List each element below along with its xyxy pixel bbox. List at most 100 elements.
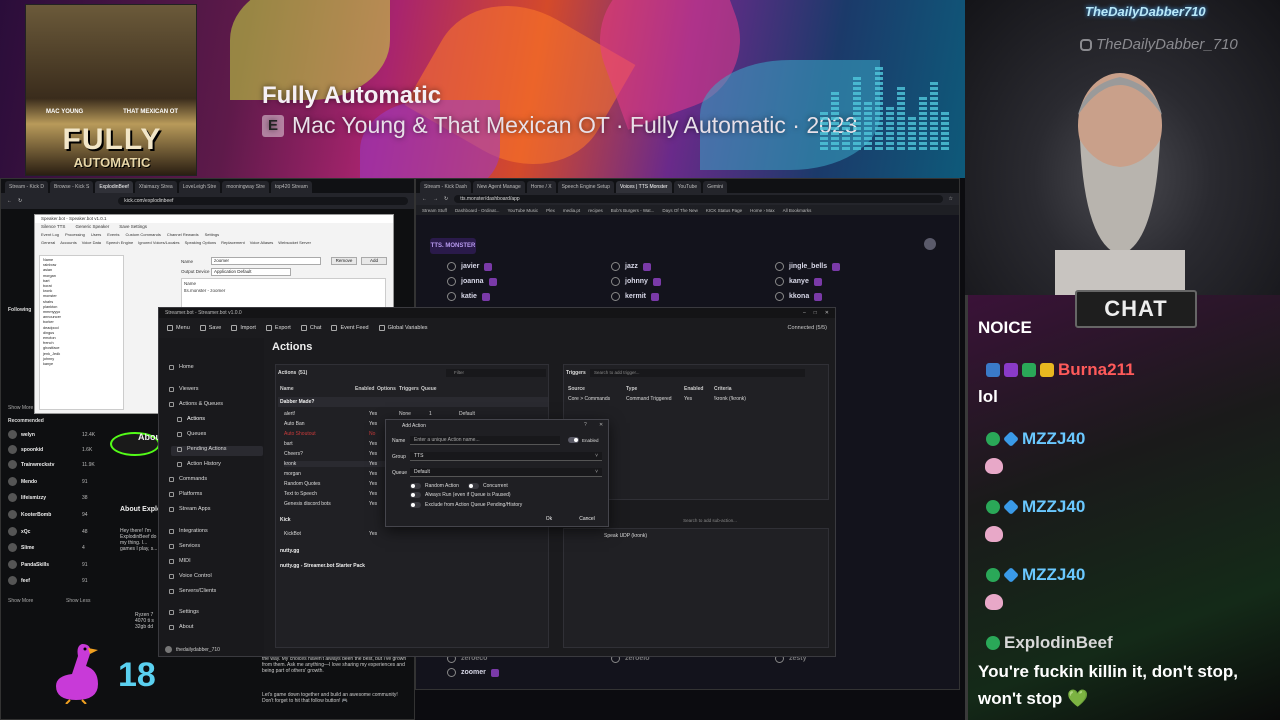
play-icon[interactable] — [447, 262, 456, 271]
browser-tab[interactable]: LoveLeigh Stre — [178, 181, 221, 193]
play-icon[interactable] — [611, 292, 620, 301]
bookmark[interactable]: Stream Stuff — [422, 208, 447, 213]
play-icon[interactable] — [611, 277, 620, 286]
filter-input[interactable]: Filter — [446, 369, 546, 377]
nav-actions[interactable]: Actions — [177, 416, 205, 422]
browser-tab-active[interactable]: ExplodinBeef — [95, 181, 133, 193]
bookmark[interactable]: recipes — [588, 208, 603, 213]
close-icon[interactable]: ✕ — [825, 310, 829, 316]
nav-queues[interactable]: Queues — [177, 431, 206, 437]
voice-item[interactable]: kanye — [775, 277, 822, 286]
browser-tab[interactable]: Browse - Kick S — [50, 181, 94, 193]
subtab-item[interactable]: Voice Aliases — [250, 240, 274, 248]
minimize-icon[interactable]: – — [803, 310, 806, 316]
channel-row[interactable]: welyn 12.4K — [8, 430, 95, 439]
voice-item[interactable]: johnny — [611, 277, 661, 286]
browser-tab[interactable]: Home / X — [526, 181, 556, 193]
channel-row[interactable]: Slime 4 — [8, 543, 85, 552]
reload-icon[interactable]: ↻ — [18, 198, 22, 204]
browser-tab[interactable]: Stream - Kick D — [5, 181, 49, 193]
bookmark[interactable]: Home › Max — [750, 208, 775, 213]
column-header[interactable]: Queue — [421, 386, 443, 392]
show-more-link[interactable]: Show More — [8, 405, 33, 411]
nav-settings[interactable]: Settings — [169, 609, 199, 615]
forward-icon[interactable]: → — [433, 196, 438, 202]
browser-tab[interactable]: YouTube — [673, 181, 702, 193]
nav-about[interactable]: About — [169, 624, 193, 630]
voice-item[interactable]: jingle_bells — [775, 262, 841, 271]
nav-home[interactable]: Home — [169, 364, 194, 370]
group-nutty[interactable]: nutty.gg — [278, 546, 548, 556]
subtab-item[interactable]: Replacement — [221, 240, 245, 248]
current-user[interactable]: thedailydabber_710 — [165, 646, 220, 653]
toggle-switch[interactable] — [410, 492, 421, 498]
subaction-search-input[interactable]: Search to add sub-action... — [590, 517, 830, 525]
nav-platforms[interactable]: Platforms — [169, 491, 202, 497]
play-icon[interactable] — [447, 668, 456, 677]
play-icon[interactable] — [775, 292, 784, 301]
maximize-icon[interactable]: □ — [814, 310, 817, 316]
event-feed-button[interactable]: Event Feed — [331, 325, 369, 331]
connection-status[interactable]: Connected (5/5) — [788, 325, 827, 331]
import-button[interactable]: Import — [231, 325, 256, 331]
trigger-search-input[interactable]: Search to add trigger... — [590, 369, 805, 377]
subtab-item[interactable]: Voice Data — [82, 240, 101, 248]
subtab-item[interactable]: Websocket Server — [278, 240, 311, 248]
ok-button[interactable]: Ok — [536, 516, 562, 525]
menu-item[interactable]: Save Settings — [119, 224, 147, 231]
play-icon[interactable] — [775, 262, 784, 271]
browser-tab[interactable]: mooningway Stre — [222, 181, 269, 193]
channel-row[interactable]: Mendo 91 — [8, 477, 88, 486]
global-variables-button[interactable]: Global Variables — [378, 325, 428, 331]
export-button[interactable]: Export — [265, 325, 291, 331]
address-field[interactable]: kick.com/explodinbeef — [118, 197, 408, 205]
browser-tab[interactable]: New Agent Manage — [473, 181, 525, 193]
channel-row[interactable]: KooterBomb 94 — [8, 510, 88, 519]
nav-integrations[interactable]: Integrations — [169, 528, 208, 534]
browser-tab-active[interactable]: Voices | TTS Monster — [615, 181, 672, 193]
toggle-switch[interactable] — [410, 483, 421, 489]
bookmark[interactable]: KICK Status Page — [706, 208, 742, 213]
trigger-row[interactable]: Core > Commands Command Triggered Yes !k… — [568, 396, 798, 402]
toggle-switch[interactable] — [568, 437, 579, 443]
alias-name-field[interactable]: zoomer — [211, 257, 321, 265]
nav-stream-apps[interactable]: Stream Apps — [169, 506, 211, 512]
nav-servers-clients[interactable]: Servers/Clients — [169, 588, 216, 594]
bookmark[interactable]: Plex — [546, 208, 555, 213]
column-header[interactable]: Type — [626, 386, 684, 392]
menu-item[interactable]: Generic Speaker — [75, 224, 109, 231]
group-select[interactable]: TTS ˅ — [410, 452, 602, 461]
nav-action-history[interactable]: Action History — [177, 461, 221, 467]
save-button[interactable]: Save — [199, 325, 221, 331]
tab-item[interactable]: Custom Commands — [126, 232, 161, 240]
action-name-input[interactable]: Enter a unique Action name... — [410, 436, 560, 445]
subtab-item[interactable]: Speech Engine — [106, 240, 133, 248]
group-starter-pack[interactable]: nutty.gg - Streamer.bot Starter Pack — [278, 561, 548, 571]
nav-midi[interactable]: MIDI — [169, 558, 191, 564]
menu-button[interactable]: Menu — [167, 325, 190, 331]
subtab-item[interactable]: General — [41, 240, 55, 248]
subaction-item[interactable]: Speak UDP (kronk) — [604, 533, 647, 539]
always-run-option[interactable]: Always Run (even if Queue is Paused) — [410, 492, 511, 498]
column-header[interactable]: Name — [280, 386, 355, 392]
alias-entry[interactable]: tts.monster - zoomer — [182, 288, 385, 293]
bookmark[interactable]: Dashboard - Ordinat... — [455, 208, 500, 213]
close-icon[interactable]: ✕ — [599, 422, 603, 428]
address-field[interactable]: tts.monster/dashboard/app — [454, 195, 943, 203]
account-avatar[interactable] — [924, 238, 936, 250]
back-icon[interactable]: ← — [7, 198, 12, 204]
browser-tab[interactable]: Stream - Kick Dash — [420, 181, 472, 193]
channel-row[interactable]: PandaSkills 91 — [8, 560, 88, 569]
back-icon[interactable]: ← — [422, 196, 427, 202]
voice-item[interactable]: javier — [447, 262, 493, 271]
channel-row[interactable]: lifeismizzy 38 — [8, 493, 88, 502]
play-icon[interactable] — [447, 292, 456, 301]
voice-item[interactable]: kkona — [775, 292, 823, 301]
nav-viewers[interactable]: Viewers — [169, 386, 198, 392]
show-less-link[interactable]: Show Less — [66, 598, 90, 604]
play-icon[interactable] — [447, 277, 456, 286]
voice-item[interactable]: jazz — [611, 262, 651, 271]
column-header[interactable]: Criteria — [714, 386, 732, 392]
column-header[interactable]: Options — [377, 386, 399, 392]
channel-row[interactable]: spoonkid 1.6K — [8, 445, 92, 454]
